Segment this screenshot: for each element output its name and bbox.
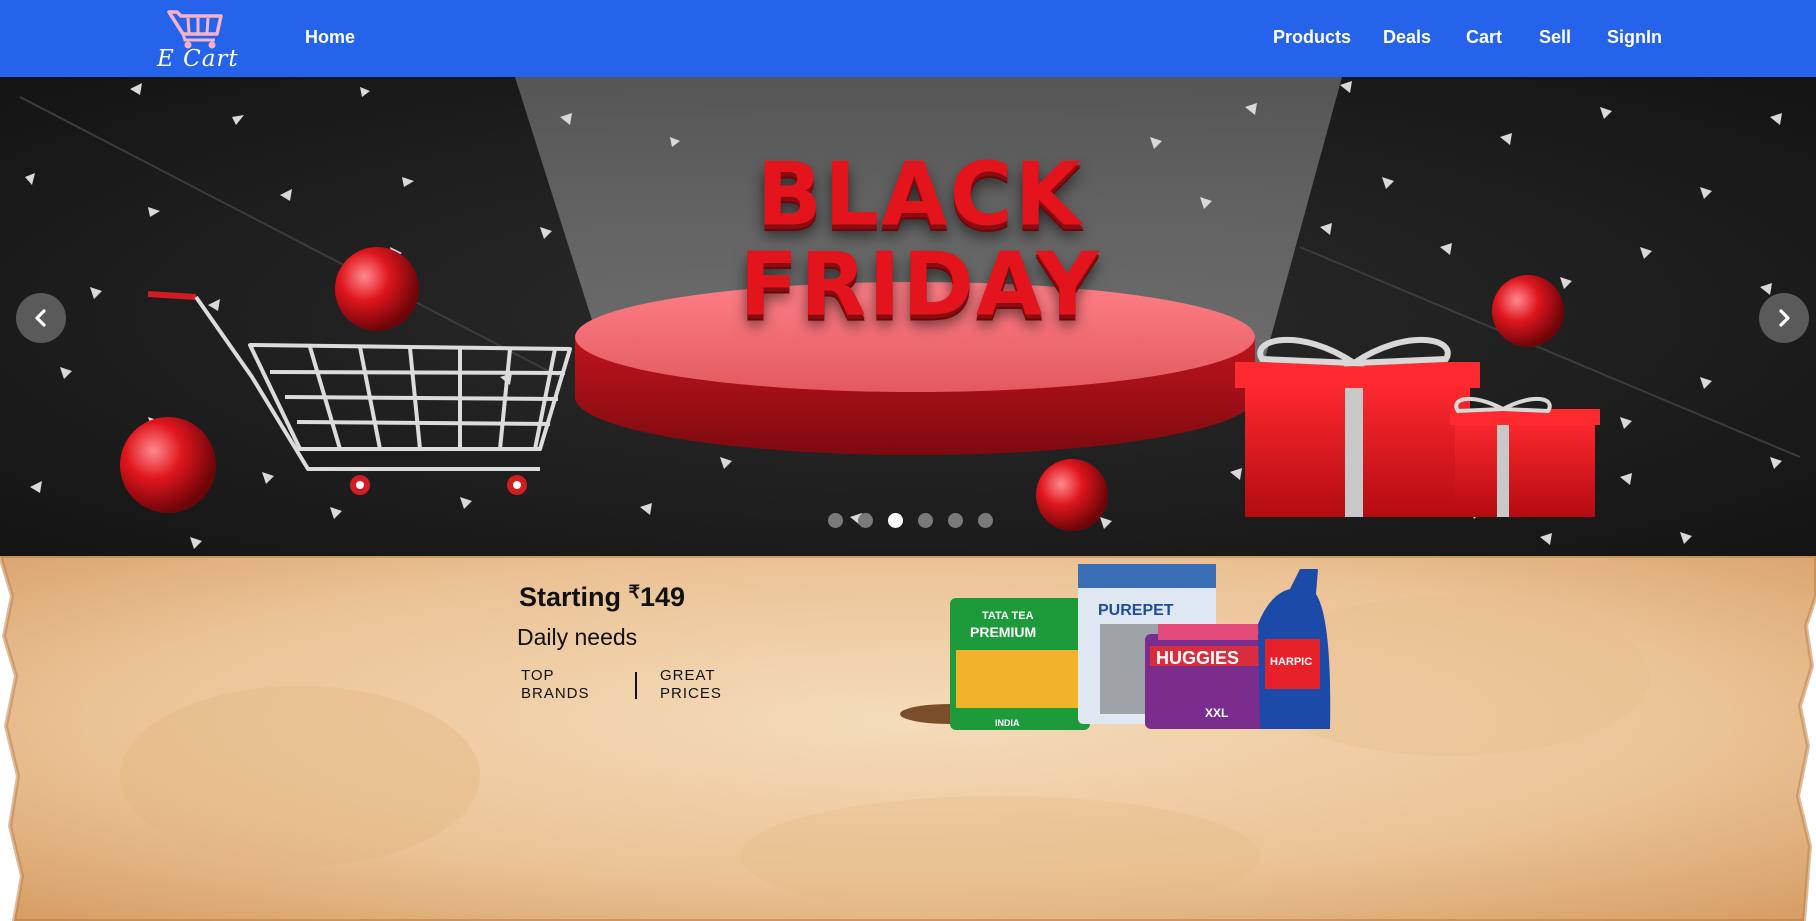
carousel-prev-button[interactable] bbox=[16, 293, 66, 343]
tea-brand-label: TATA TEA bbox=[982, 610, 1034, 622]
tea-name-label: PREMIUM bbox=[970, 624, 1037, 640]
products-illustration bbox=[900, 564, 1331, 730]
carousel-next-button[interactable] bbox=[1759, 293, 1809, 343]
nav-products[interactable]: Products bbox=[1273, 27, 1351, 48]
tag-left-line-1: TOP bbox=[521, 667, 555, 684]
navbar: E Cart Home Products Deals Cart Sell Sig… bbox=[0, 0, 1816, 77]
daily-needs-subtitle: Daily needs bbox=[517, 624, 638, 650]
product-group-image: TATA TEA PREMIUM INDIA PUREPET HUGGIES X… bbox=[860, 564, 1360, 738]
diaper-name-label: HUGGIES bbox=[1156, 648, 1240, 668]
nav-sell[interactable]: Sell bbox=[1539, 27, 1571, 48]
great-prices-tag: GREAT PRICES bbox=[660, 667, 722, 703]
hero-carousel: BLACK FRIDAY bbox=[0, 77, 1816, 556]
currency-symbol: ₹ bbox=[628, 582, 640, 602]
chevron-left-icon bbox=[35, 309, 46, 327]
starting-label: Starting bbox=[519, 582, 622, 612]
heading-line-1: BLACK bbox=[756, 144, 1084, 247]
carousel-dot-5[interactable] bbox=[948, 513, 963, 528]
nav-home[interactable]: Home bbox=[305, 27, 355, 48]
carousel-dot-4[interactable] bbox=[918, 513, 933, 528]
nav-cart[interactable]: Cart bbox=[1466, 27, 1502, 48]
shopping-cart-icon bbox=[167, 10, 223, 49]
carousel-dot-2[interactable] bbox=[858, 513, 873, 528]
logo-text: E Cart bbox=[157, 46, 239, 72]
tag-right-line-2: PRICES bbox=[660, 685, 722, 702]
carousel-dot-6[interactable] bbox=[978, 513, 993, 528]
cleaner-name-label: HARPIC bbox=[1270, 656, 1313, 668]
heading-line-2: FRIDAY bbox=[739, 233, 1101, 336]
daily-needs-banner[interactable]: Starting ₹149 Daily needs TOP BRANDS GRE… bbox=[0, 556, 1816, 921]
logo[interactable]: E Cart bbox=[155, 6, 245, 72]
tea-origin-label: INDIA bbox=[995, 718, 1020, 728]
carousel-dot-1[interactable] bbox=[828, 513, 843, 528]
tag-divider bbox=[635, 672, 637, 699]
carousel-dot-3[interactable] bbox=[888, 513, 903, 528]
tag-left-line-2: BRANDS bbox=[521, 685, 590, 702]
diaper-size-label: XXL bbox=[1205, 706, 1229, 720]
starting-price: Starting ₹149 bbox=[519, 582, 685, 613]
black-friday-heading: BLACK FRIDAY bbox=[590, 150, 1250, 330]
top-brands-tag: TOP BRANDS bbox=[521, 667, 590, 703]
nav-signin[interactable]: SignIn bbox=[1607, 27, 1662, 48]
petfood-name-label: PUREPET bbox=[1098, 602, 1174, 619]
tag-right-line-1: GREAT bbox=[660, 667, 716, 684]
nav-deals[interactable]: Deals bbox=[1383, 27, 1431, 48]
chevron-right-icon bbox=[1779, 309, 1790, 327]
price-value: 149 bbox=[639, 582, 686, 612]
